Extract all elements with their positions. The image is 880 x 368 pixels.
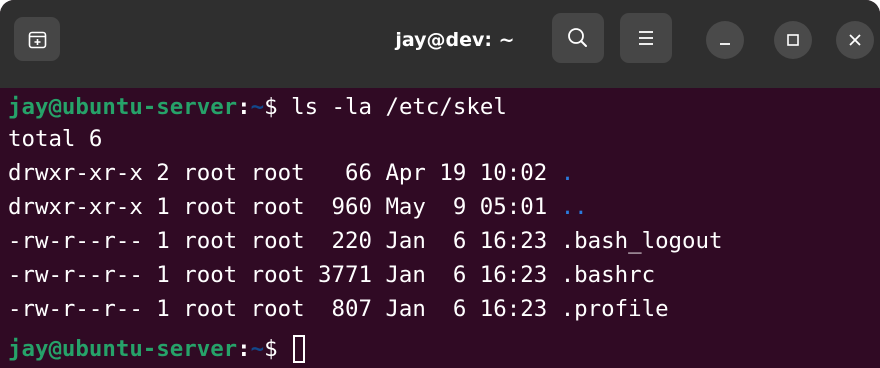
- prompt-path: ~: [250, 94, 265, 120]
- new-tab-icon: [28, 31, 47, 49]
- entry-name: .profile: [560, 296, 669, 322]
- title-bar: jay@dev: ~: [0, 0, 880, 88]
- close-icon: [849, 34, 861, 46]
- entry-details: drwxr-xr-x 2 root root 66 Apr 19 10:02: [8, 160, 561, 186]
- output-entry: -rw-r--r-- 1 root root 220 Jan 6 16:23 .…: [8, 224, 722, 258]
- prompt-symbol: $: [264, 94, 292, 120]
- entry-details: -rw-r--r-- 1 root root 220 Jan 6 16:23: [8, 228, 561, 254]
- menu-button[interactable]: [620, 13, 672, 63]
- hamburger-menu-icon: [639, 31, 653, 45]
- search-button[interactable]: [552, 13, 604, 63]
- minimize-button[interactable]: [706, 21, 744, 59]
- search-icon: [568, 28, 587, 47]
- entry-details: drwxr-xr-x 1 root root 960 May 9 05:01: [8, 194, 561, 220]
- terminal-output-area[interactable]: jay@ubuntu-server:~$ ls -la /etc/skel to…: [0, 88, 880, 368]
- entry-details: -rw-r--r-- 1 root root 807 Jan 6 16:23: [8, 296, 561, 322]
- prompt-colon: :: [237, 94, 251, 120]
- command-text: ls -la /etc/skel: [291, 94, 507, 120]
- output-entry: drwxr-xr-x 2 root root 66 Apr 19 10:02 .: [8, 156, 574, 190]
- text-cursor: [293, 335, 306, 363]
- output-entry: -rw-r--r-- 1 root root 807 Jan 6 16:23 .…: [8, 292, 669, 326]
- close-button[interactable]: [836, 21, 874, 59]
- prompt-user-host: jay@ubuntu-server: [8, 336, 238, 362]
- entry-name: .bash_logout: [560, 228, 723, 254]
- output-entry: -rw-r--r-- 1 root root 3771 Jan 6 16:23 …: [8, 258, 655, 292]
- output-total: total 6: [8, 126, 103, 152]
- prompt-symbol: $: [264, 336, 292, 362]
- output-entry: drwxr-xr-x 1 root root 960 May 9 05:01 .…: [8, 190, 588, 224]
- maximize-icon: [787, 34, 799, 46]
- window-title: jay@dev: ~: [395, 29, 515, 51]
- command-line: jay@ubuntu-server:~$ ls -la /etc/skel: [8, 90, 507, 124]
- terminal-window: jay@dev: ~ jay@ubuntu-server:~$ ls -la /…: [0, 0, 880, 368]
- minimize-icon: [720, 43, 730, 45]
- entry-name: .bashrc: [560, 262, 656, 288]
- prompt-path: ~: [250, 336, 265, 362]
- prompt-colon: :: [237, 336, 251, 362]
- entry-name: ..: [560, 194, 588, 220]
- entry-name: .: [560, 160, 575, 186]
- prompt-user-host: jay@ubuntu-server: [8, 94, 238, 120]
- maximize-button[interactable]: [774, 21, 812, 59]
- entry-details: -rw-r--r-- 1 root root 3771 Jan 6 16:23: [8, 262, 561, 288]
- current-prompt-line: jay@ubuntu-server:~$: [8, 332, 306, 366]
- new-tab-button[interactable]: [14, 17, 60, 61]
